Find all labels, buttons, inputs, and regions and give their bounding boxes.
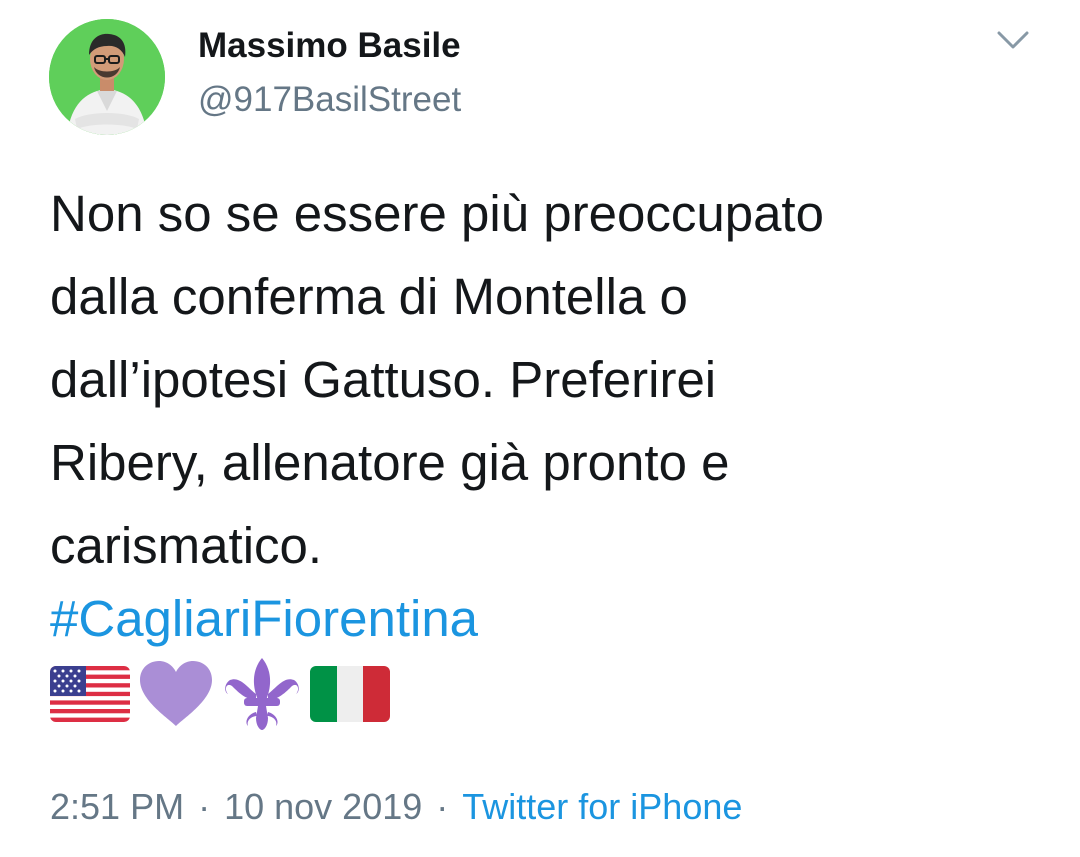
chevron-down-icon[interactable] (995, 28, 1031, 52)
flag-us-icon (50, 665, 130, 727)
tweet-card: Massimo Basile @917BasilStreet Non so se… (0, 0, 1080, 857)
purple-heart-icon (138, 660, 214, 733)
emoji-row (50, 656, 398, 737)
tweet-meta: 2:51 PM · 10 nov 2019 · Twitter for iPho… (50, 786, 742, 828)
tweet-text-line: carismatico. (50, 517, 323, 574)
tweet-text-line: dall’ipotesi Gattuso. Preferirei (50, 351, 717, 408)
tweet-source-link[interactable]: Twitter for iPhone (462, 786, 742, 828)
hashtag-link[interactable]: #CagliariFiorentina (50, 584, 478, 654)
tweet-date[interactable]: 10 nov 2019 (224, 786, 422, 828)
avatar[interactable] (49, 19, 165, 135)
avatar-photo (49, 19, 165, 135)
meta-separator: · (436, 786, 449, 827)
tweet-time[interactable]: 2:51 PM (50, 786, 184, 828)
author-handle[interactable]: @917BasilStreet (198, 80, 461, 120)
author-name[interactable]: Massimo Basile (198, 26, 461, 66)
flag-it-icon (310, 665, 390, 727)
tweet-text-line: dalla conferma di Montella o (50, 268, 688, 325)
tweet-text-line: Non so se essere più preoccupato (50, 185, 824, 242)
meta-separator: · (198, 786, 211, 827)
tweet-text: Non so se essere più preoccupato dalla c… (50, 172, 1050, 587)
fleur-de-lis-icon (222, 656, 302, 737)
tweet-text-line: Ribery, allenatore già pronto e (50, 434, 730, 491)
